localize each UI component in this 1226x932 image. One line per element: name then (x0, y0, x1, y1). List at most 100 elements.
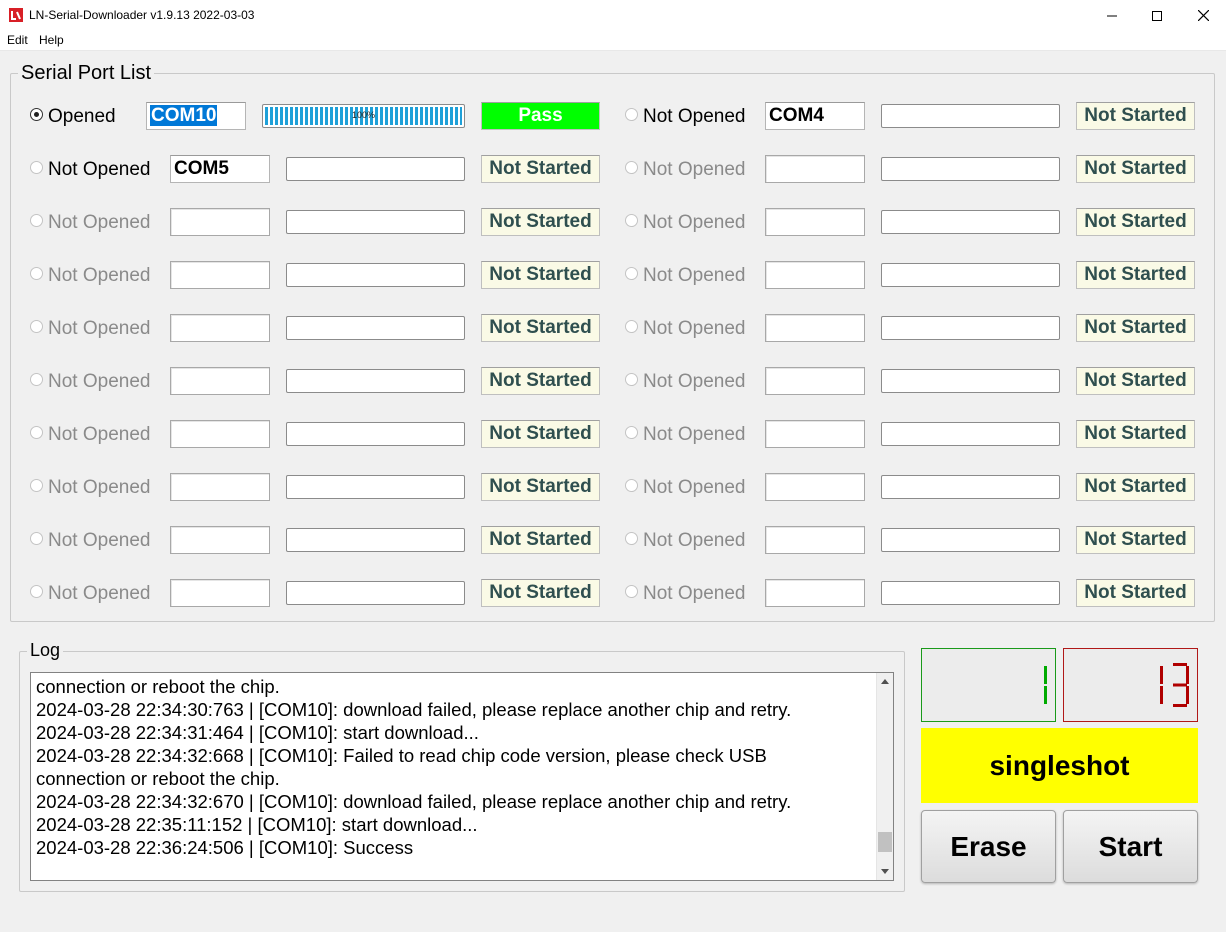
port-status-badge: Not Started (481, 526, 600, 554)
menu-help[interactable]: Help (39, 33, 64, 47)
close-button[interactable] (1180, 0, 1226, 31)
log-line: connection or reboot the chip. (36, 768, 280, 789)
log-title: Log (27, 640, 64, 661)
log-line: 2024-03-28 22:35:11:152 | [COM10]: start… (36, 814, 478, 835)
scroll-up-arrow-icon (881, 679, 889, 684)
log-scrollbar[interactable] (876, 673, 893, 880)
port-name-field[interactable] (765, 314, 865, 342)
port-status-badge: Not Started (481, 367, 600, 395)
port-name-field[interactable]: COM10 (146, 102, 246, 130)
total-counter (1063, 648, 1198, 722)
port-state-label: Not Opened (643, 318, 746, 339)
digit-segment (1186, 686, 1189, 704)
download-progress-bar (286, 316, 465, 340)
port-state-radio[interactable] (30, 214, 43, 227)
download-progress-bar (881, 157, 1060, 181)
port-slot: Not Opened Not Started (625, 208, 1200, 236)
port-state-radio[interactable] (30, 532, 43, 545)
download-progress-bar (881, 210, 1060, 234)
port-name-field[interactable] (765, 208, 865, 236)
port-state-radio[interactable] (30, 479, 43, 492)
seven-segment-digit (1160, 666, 1163, 704)
port-name-field[interactable]: COM5 (170, 155, 270, 183)
port-name-field[interactable]: COM4 (765, 102, 865, 130)
download-progress-bar (286, 263, 465, 287)
port-state-radio[interactable] (30, 161, 43, 174)
menu-bar: Edit Help (0, 31, 1226, 51)
scroll-up-button[interactable] (877, 673, 893, 690)
port-status-badge: Not Started (1076, 261, 1195, 289)
port-status-badge: Not Started (1076, 155, 1195, 183)
seven-segment-digit (1173, 663, 1189, 707)
digit-segment (1186, 666, 1189, 684)
port-state-label: Not Opened (643, 530, 746, 551)
port-name-field[interactable] (170, 526, 270, 554)
scroll-down-button[interactable] (877, 863, 893, 880)
download-progress-bar: 100% (262, 104, 465, 128)
port-state-radio[interactable] (30, 108, 43, 121)
port-state-radio[interactable] (30, 320, 43, 333)
erase-button[interactable]: Erase (921, 810, 1056, 883)
port-state-label: Opened (48, 106, 116, 127)
success-counter (921, 648, 1056, 722)
download-progress-bar (881, 263, 1060, 287)
port-name-field[interactable] (765, 526, 865, 554)
port-name-field[interactable] (170, 208, 270, 236)
port-name-field[interactable] (170, 314, 270, 342)
maximize-button[interactable] (1134, 0, 1180, 31)
port-state-radio[interactable] (625, 267, 638, 280)
port-state-radio[interactable] (625, 426, 638, 439)
log-line: 2024-03-28 22:34:31:464 | [COM10]: start… (36, 722, 479, 743)
port-status-badge: Not Started (1076, 102, 1195, 130)
port-status-badge: Not Started (481, 208, 600, 236)
port-name-field[interactable] (765, 367, 865, 395)
download-progress-bar (286, 210, 465, 234)
port-name-field[interactable] (765, 473, 865, 501)
port-name-field[interactable] (170, 261, 270, 289)
app-logo-icon (9, 8, 23, 22)
port-state-radio[interactable] (625, 532, 638, 545)
log-line: connection or reboot the chip. (36, 676, 280, 697)
port-state-radio[interactable] (30, 373, 43, 386)
port-name-field[interactable] (170, 420, 270, 448)
log-textbox[interactable]: connection or reboot the chip. 2024-03-28… (30, 672, 894, 881)
minimize-button[interactable] (1089, 0, 1135, 31)
port-name-field[interactable] (765, 261, 865, 289)
menu-edit[interactable]: Edit (7, 33, 28, 47)
digit-segment (1044, 666, 1047, 684)
port-state-radio[interactable] (625, 214, 638, 227)
download-progress-bar (286, 528, 465, 552)
port-name-field[interactable] (170, 579, 270, 607)
serial-port-list-title: Serial Port List (18, 62, 155, 85)
port-slot: Not Opened Not Started (625, 473, 1200, 501)
scroll-thumb[interactable] (878, 832, 892, 853)
port-slot: Not Opened COM4 Not Started (625, 102, 1200, 130)
port-name-field[interactable] (170, 367, 270, 395)
port-state-radio[interactable] (625, 479, 638, 492)
title-bar: LN-Serial-Downloader v1.9.13 2022-03-03 (0, 0, 1226, 31)
minimize-icon (1107, 15, 1117, 16)
download-progress-bar (881, 581, 1060, 605)
port-state-radio[interactable] (625, 108, 638, 121)
port-name-field[interactable] (170, 473, 270, 501)
port-status-badge: Not Started (1076, 314, 1195, 342)
port-name-field[interactable] (765, 579, 865, 607)
log-line: 2024-03-28 22:34:32:670 | [COM10]: downl… (36, 791, 792, 812)
port-state-radio[interactable] (30, 426, 43, 439)
port-state-radio[interactable] (625, 373, 638, 386)
port-slot: Not Opened Not Started (30, 420, 605, 448)
success-count-display (1044, 666, 1047, 704)
download-progress-bar (881, 316, 1060, 340)
port-name-field[interactable] (765, 420, 865, 448)
port-state-radio[interactable] (30, 585, 43, 598)
mode-banner: singleshot (921, 728, 1198, 803)
port-slot: Not Opened Not Started (30, 314, 605, 342)
port-state-radio[interactable] (625, 320, 638, 333)
log-line: 2024-03-28 22:36:24:506 | [COM10]: Succe… (36, 837, 414, 858)
port-state-radio[interactable] (625, 161, 638, 174)
port-state-label: Not Opened (48, 424, 151, 445)
port-name-field[interactable] (765, 155, 865, 183)
port-state-radio[interactable] (625, 585, 638, 598)
port-state-radio[interactable] (30, 267, 43, 280)
start-button[interactable]: Start (1063, 810, 1198, 883)
